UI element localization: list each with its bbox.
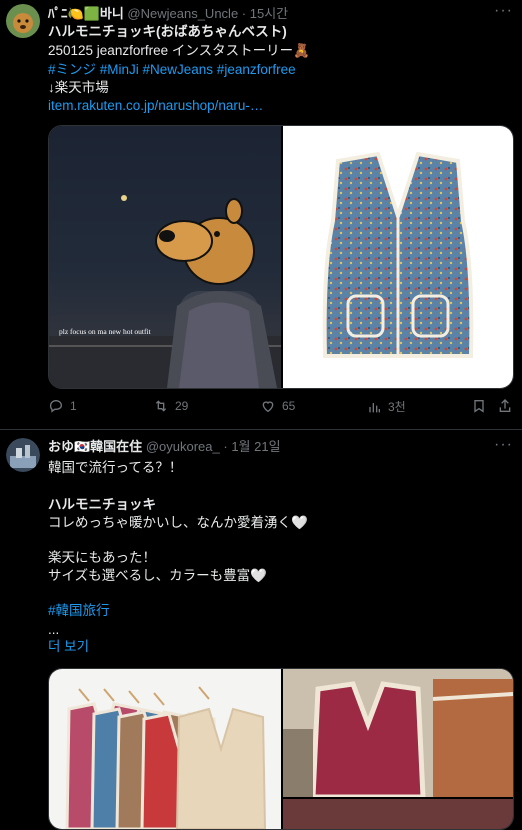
bookmark-button[interactable] [471,398,487,414]
tweet-text-line-3: ハルモニチョッキ [48,497,156,512]
media-image-2[interactable] [283,669,513,800]
tweet-text-line-2: 250125 jeanzforfree インスタストーリー🧸 [48,43,310,58]
retweet-icon [155,400,167,412]
tweet-text-line-1: 韓国で流行ってる？！ [48,460,183,475]
views-count: 3천 [388,400,406,414]
views-button[interactable]: 3천 [366,398,406,415]
tweet-text-line-4: ↓楽天市場 [48,80,109,95]
vests-row-illustration [65,686,267,829]
tweet-link[interactable]: item.rakuten.co.jp/narushop/naru-… [48,97,263,115]
heart-icon [262,401,274,413]
tweet-text-line-7: サイズも選べるし、カラーも豊富🤍 [48,568,267,583]
retweet-button[interactable]: 29 [153,398,188,414]
separator-dot: · [223,439,228,454]
hashtag-link[interactable]: #韓国旅行 [48,602,110,620]
media-grid: plz focus on ma new hot outfit [48,125,514,389]
hashtags-line[interactable]: #ミンジ #MinJi #NewJeans #jeanzforfree [48,61,296,79]
vest-illustration [322,151,474,358]
separator-dot: · [241,6,247,21]
like-button[interactable]: 65 [260,398,295,414]
share-icon [499,399,511,412]
user-avatar[interactable] [6,438,40,472]
photo-illustration: plz focus on ma new hot outfit [49,195,281,388]
display-name[interactable]: ﾊﾟﾆ🍋🟩바니 [48,6,124,21]
tweet-text-line-4: コレめっちゃ暖かいし、なんか愛着湧く🤍 [48,515,308,530]
media-image-1[interactable]: plz focus on ma new hot outfit [49,126,281,388]
timestamp[interactable]: 15시간 [250,6,288,21]
tweet-actions: 1 29 65 3천 [48,398,518,418]
media-grid [48,668,514,830]
tweet-header: ﾊﾟﾆ🍋🟩바니 @Newjeans_Uncle · 15시간 [48,5,288,23]
bookmark-icon [474,400,484,413]
share-button[interactable] [497,398,513,414]
ellipsis-text: ... [48,622,60,637]
reply-icon [49,400,63,413]
reply-button[interactable]: 1 [48,398,77,414]
reply-count: 1 [70,399,77,413]
user-handle[interactable]: @Newjeans_Uncle [127,6,238,21]
user-handle[interactable]: @oyukorea_ [146,439,220,454]
views-chart-icon [369,402,380,412]
image-caption: plz focus on ma new hot outfit [59,327,152,336]
store-vests-illustration [283,669,513,800]
media-image-1[interactable] [49,669,281,829]
more-options-icon[interactable]: ··· [494,2,513,20]
media-image-2[interactable] [283,126,513,388]
like-count: 65 [282,399,296,413]
user-avatar[interactable] [6,4,40,38]
more-options-icon[interactable]: ··· [494,436,513,454]
tweet-text-line-6: 楽天にもあった！ [48,550,156,565]
retweet-count: 29 [175,399,189,413]
tweet-text-line-1: ハルモニチョッキ(おばあちゃんベスト) [48,24,287,39]
media-image-3[interactable] [283,799,513,829]
tweet-2[interactable]: おゆ🇰🇷韓国在住 @oyukorea_ · 1월 21일 ··· 韓国で流行って… [0,430,522,830]
show-more-link[interactable]: 더 보기 [48,638,89,656]
tweet-1[interactable]: ﾊﾟﾆ🍋🟩바니 @Newjeans_Uncle · 15시간 ··· ハルモニチ… [0,0,522,430]
tweet-header: おゆ🇰🇷韓国在住 @oyukorea_ · 1월 21일 [48,438,281,456]
display-name[interactable]: おゆ🇰🇷韓国在住 [48,439,142,454]
timestamp[interactable]: 1월 21일 [231,439,280,454]
